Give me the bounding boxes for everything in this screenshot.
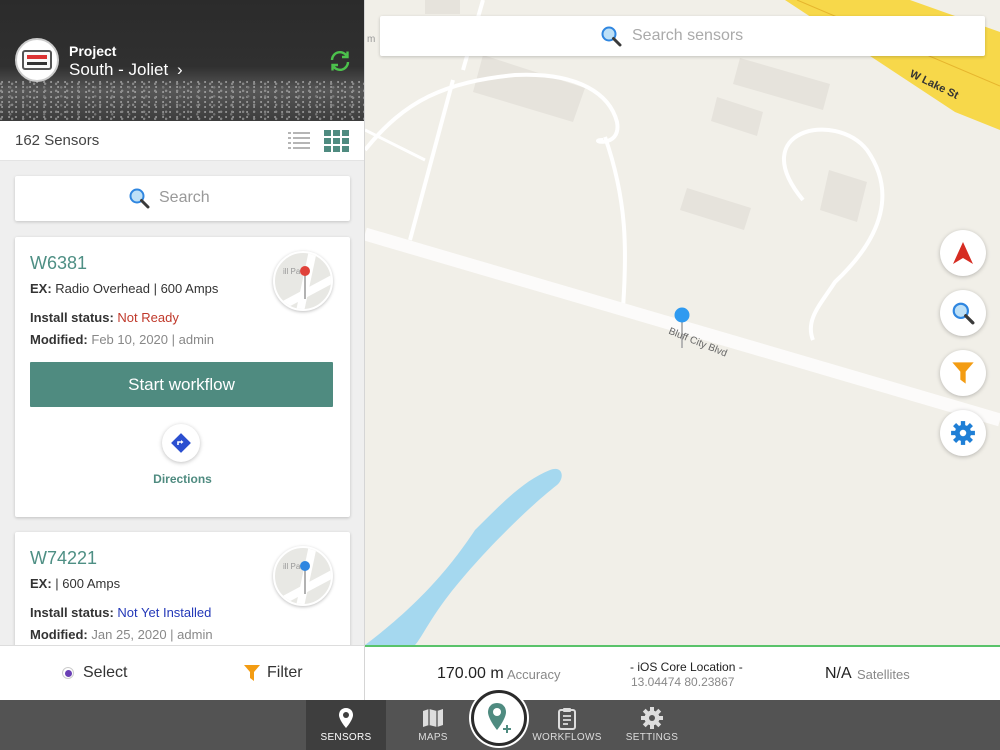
refresh-icon[interactable] — [328, 49, 352, 73]
clipboard-icon — [558, 708, 576, 730]
directions-label[interactable]: Directions — [15, 472, 350, 486]
tab-maps[interactable]: MAPS — [393, 700, 473, 750]
gps-status-bar: 170.00 m Accuracy - iOS Core Location - … — [365, 645, 1000, 700]
status-badge: Not Ready — [117, 310, 179, 325]
sensor-id[interactable]: W74221 — [30, 548, 97, 569]
install-status-line: Install status: Not Ready — [30, 310, 179, 325]
map-view[interactable]: m W Lake St Bluff City Blvd Search senso… — [365, 0, 1000, 645]
search-icon — [952, 302, 975, 325]
accuracy-label: Accuracy — [507, 667, 561, 682]
tab-settings[interactable]: SETTINGS — [612, 700, 692, 750]
sensor-list-panel: Project South - Joliet › 162 Sensors Sea… — [0, 0, 365, 700]
project-label: Project — [69, 43, 117, 59]
tab-label: SETTINGS — [625, 732, 679, 743]
sensor-search-input[interactable]: Search — [15, 176, 350, 221]
navigate-button[interactable] — [940, 230, 986, 276]
list-view-icon[interactable] — [287, 129, 311, 153]
map-pin-icon — [300, 561, 310, 594]
satellites-label: Satellites — [857, 667, 910, 682]
map-pin-icon — [339, 708, 353, 728]
list-actions-bar: Select Filter — [0, 645, 365, 700]
filter-button[interactable]: Filter — [243, 664, 303, 682]
tab-sensors[interactable]: SENSORS — [306, 700, 386, 750]
search-placeholder: Search — [159, 189, 210, 206]
sensor-map-thumbnail[interactable]: ill Pa — [273, 546, 333, 606]
select-label: Select — [83, 664, 128, 681]
map-icon — [423, 709, 443, 727]
filter-icon — [244, 665, 260, 681]
add-location-icon — [488, 703, 511, 733]
company-logo — [15, 38, 59, 82]
map-canvas[interactable] — [365, 0, 1000, 645]
project-header: Project South - Joliet › — [0, 0, 364, 121]
sensor-map-thumbnail[interactable]: ill Pa — [273, 251, 333, 311]
map-scale-label: m — [367, 34, 376, 45]
map-search-input[interactable]: Search sensors — [380, 16, 985, 56]
sensor-id[interactable]: W6381 — [30, 253, 87, 274]
sensor-count-bar: 162 Sensors — [0, 121, 364, 161]
sensor-ex-line: EX: Radio Overhead | 600 Amps — [30, 281, 219, 296]
location-coordinates: 13.04474 80.23867 — [631, 675, 735, 689]
project-name: South - Joliet — [69, 60, 169, 79]
tab-workflows[interactable]: WORKFLOWS — [527, 700, 607, 750]
gear-icon — [641, 707, 663, 729]
header-background-image — [0, 81, 364, 121]
tab-label: MAPS — [418, 732, 448, 743]
navigation-arrow-icon — [953, 242, 973, 264]
directions-button[interactable] — [162, 424, 200, 462]
modified-line: Modified: Feb 10, 2020 | admin — [30, 332, 215, 347]
location-source-title: - iOS Core Location - — [630, 660, 743, 674]
modified-line: Modified: Jan 25, 2020 | admin — [30, 627, 213, 642]
start-workflow-button[interactable]: Start workflow — [30, 362, 333, 407]
add-sensor-button[interactable] — [471, 690, 527, 746]
sensor-count: 162 Sensors — [15, 132, 100, 149]
map-settings-button[interactable] — [940, 410, 986, 456]
directions-icon — [171, 433, 191, 453]
sensor-card[interactable]: W6381 EX: Radio Overhead | 600 Amps Inst… — [15, 237, 350, 517]
sensor-ex-line: EX: | 600 Amps — [30, 576, 121, 591]
map-search-button[interactable] — [940, 290, 986, 336]
filter-icon — [952, 362, 974, 384]
project-selector[interactable]: South - Joliet › — [69, 60, 183, 80]
grid-view-icon[interactable] — [324, 129, 350, 153]
install-status-line: Install status: Not Yet Installed — [30, 605, 212, 620]
map-pin-icon — [300, 266, 310, 299]
gear-icon — [951, 421, 975, 445]
map-search-placeholder: Search sensors — [632, 27, 744, 44]
select-button[interactable]: Select — [62, 664, 127, 682]
chevron-right-icon: › — [176, 60, 183, 79]
radio-icon — [62, 667, 74, 679]
accuracy-value: 170.00 m — [437, 665, 504, 682]
status-badge: Not Yet Installed — [117, 605, 212, 620]
map-filter-button[interactable] — [940, 350, 986, 396]
search-icon — [129, 188, 150, 209]
search-icon — [601, 26, 622, 47]
tab-label: WORKFLOWS — [532, 732, 602, 743]
satellites-value: N/A — [825, 665, 852, 682]
tab-label: SENSORS — [320, 732, 372, 743]
filter-label: Filter — [267, 664, 303, 681]
